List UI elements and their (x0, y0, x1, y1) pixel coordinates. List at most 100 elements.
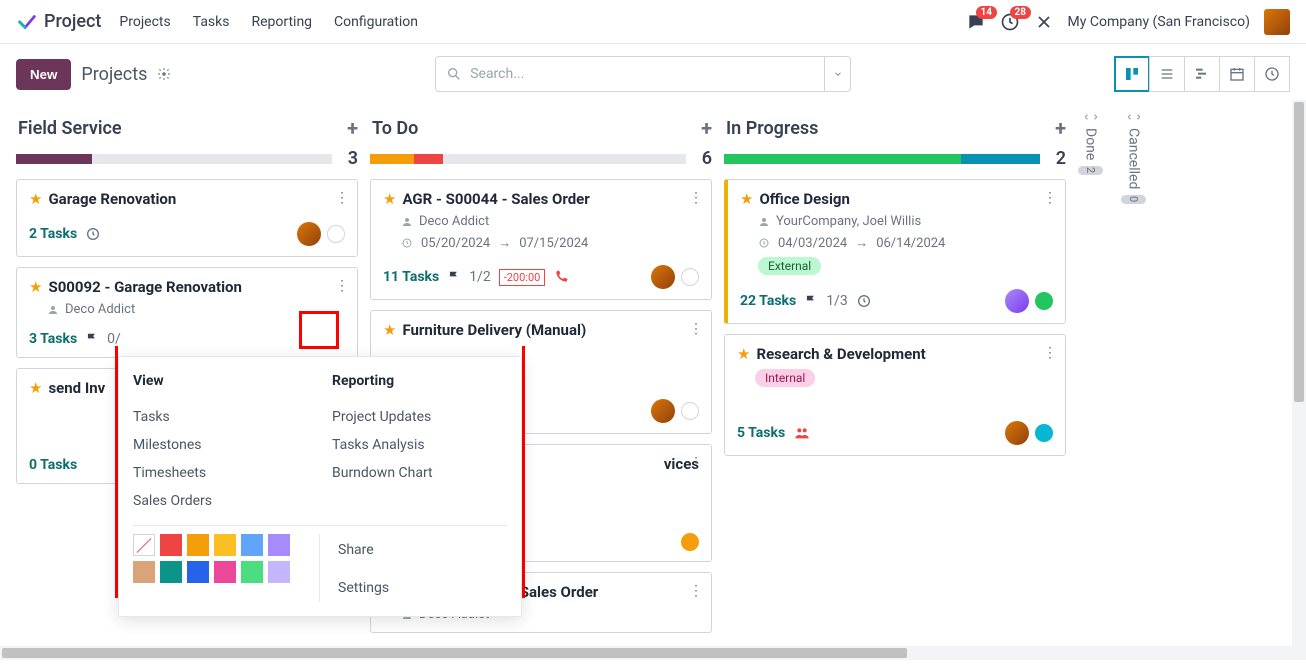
status-indicator[interactable] (681, 402, 699, 420)
date-from: 05/20/2024 (421, 236, 490, 251)
person-icon (758, 216, 770, 228)
gear-icon[interactable] (157, 67, 171, 81)
nav-reporting[interactable]: Reporting (251, 14, 312, 30)
nav-tasks[interactable]: Tasks (193, 14, 230, 30)
status-indicator[interactable] (681, 533, 699, 551)
project-card[interactable]: ★S00092 - Garage Renovation ⋮ Deco Addic… (16, 267, 358, 358)
search-dropdown[interactable] (825, 56, 851, 92)
dropdown-milestones[interactable]: Milestones (133, 431, 308, 459)
color-swatch[interactable] (160, 534, 182, 556)
project-card[interactable]: ★Office Design ⋮ YourCompany, Joel Willi… (724, 179, 1066, 324)
search-input[interactable]: Search... (435, 56, 825, 92)
color-swatch[interactable] (214, 561, 236, 583)
messages-button[interactable]: 14 (966, 12, 986, 32)
collapsed-columns: Done 2 Cancelled 0 (1078, 112, 1146, 672)
assignee-avatar[interactable] (651, 399, 675, 423)
column-add-button[interactable]: + (1055, 116, 1066, 140)
dropdown-settings[interactable]: Settings (338, 574, 389, 602)
assignee-avatar[interactable] (297, 222, 321, 246)
status-indicator[interactable] (1035, 292, 1053, 310)
star-icon[interactable]: ★ (383, 321, 396, 339)
task-count[interactable]: 11 Tasks (383, 269, 439, 285)
dropdown-timesheets[interactable]: Timesheets (133, 459, 308, 487)
column-title[interactable]: Field Service (18, 118, 122, 139)
new-button[interactable]: New (16, 59, 71, 90)
column-count: 6 (694, 148, 712, 169)
color-swatch[interactable] (133, 561, 155, 583)
color-swatch[interactable] (268, 534, 290, 556)
column-title[interactable]: In Progress (726, 118, 818, 139)
star-icon[interactable]: ★ (29, 379, 42, 397)
color-none[interactable] (133, 534, 155, 556)
view-kanban[interactable] (1114, 56, 1150, 92)
card-menu[interactable]: ⋮ (689, 583, 703, 599)
search-placeholder: Search... (470, 66, 524, 82)
star-icon[interactable]: ★ (29, 278, 42, 296)
view-activity[interactable] (1254, 56, 1290, 92)
project-card[interactable]: ★Research & Development ⋮ Internal 5 Tas… (724, 334, 1066, 456)
star-icon[interactable]: ★ (383, 190, 396, 208)
dropdown-burndown[interactable]: Burndown Chart (332, 459, 507, 487)
star-icon[interactable]: ★ (737, 345, 750, 363)
collapsed-count: 2 (1078, 166, 1103, 174)
color-swatch[interactable] (187, 561, 209, 583)
horizontal-scrollbar[interactable] (0, 646, 1306, 660)
card-menu[interactable]: ⋮ (689, 455, 703, 471)
status-indicator[interactable] (327, 225, 345, 243)
star-icon[interactable]: ★ (740, 190, 753, 208)
card-title: Garage Renovation (48, 190, 176, 208)
color-swatch[interactable] (187, 534, 209, 556)
column-progress (370, 154, 686, 164)
tools-icon[interactable] (1034, 12, 1054, 32)
color-swatch[interactable] (241, 561, 263, 583)
color-swatch[interactable] (268, 561, 290, 583)
phone-icon[interactable] (553, 269, 569, 285)
column-add-button[interactable]: + (701, 116, 712, 140)
card-menu[interactable]: ⋮ (1043, 190, 1057, 206)
card-menu[interactable]: ⋮ (689, 190, 703, 206)
dropdown-sales-orders[interactable]: Sales Orders (133, 487, 308, 515)
dropdown-tasks-analysis[interactable]: Tasks Analysis (332, 431, 507, 459)
project-card[interactable]: ★ Garage Renovation ⋮ 2 Tasks (16, 179, 358, 257)
collapsed-count: 0 (1121, 195, 1146, 203)
time-balance: -200:00 (499, 269, 546, 286)
dropdown-tasks[interactable]: Tasks (133, 403, 308, 431)
collapsed-done[interactable]: Done 2 (1078, 112, 1103, 672)
view-list[interactable] (1149, 56, 1185, 92)
task-count[interactable]: 0 Tasks (29, 457, 77, 473)
column-add-button[interactable]: + (347, 116, 358, 140)
color-swatch[interactable] (214, 534, 236, 556)
view-calendar[interactable] (1219, 56, 1255, 92)
activities-badge: 28 (1010, 6, 1031, 19)
company-selector[interactable]: My Company (San Francisco) (1068, 14, 1250, 30)
column-title[interactable]: To Do (372, 118, 418, 139)
view-gantt[interactable] (1184, 56, 1220, 92)
task-count[interactable]: 22 Tasks (740, 293, 796, 309)
assignee-avatar[interactable] (1005, 421, 1029, 445)
dropdown-share[interactable]: Share (338, 536, 389, 564)
status-indicator[interactable] (681, 268, 699, 286)
assignee-avatar[interactable] (651, 265, 675, 289)
nav-configuration[interactable]: Configuration (334, 14, 418, 30)
color-swatch[interactable] (241, 534, 263, 556)
task-count[interactable]: 3 Tasks (29, 331, 77, 347)
vertical-scrollbar[interactable] (1292, 100, 1306, 646)
color-swatch[interactable] (160, 561, 182, 583)
app-logo[interactable]: Project (16, 11, 101, 33)
card-menu[interactable]: ⋮ (335, 190, 349, 206)
card-menu[interactable]: ⋮ (1043, 345, 1057, 361)
column-count: 3 (340, 148, 358, 169)
activities-button[interactable]: 28 (1000, 12, 1020, 32)
task-count[interactable]: 2 Tasks (29, 226, 77, 242)
user-avatar[interactable] (1264, 9, 1290, 35)
project-card[interactable]: ★AGR - S00044 - Sales Order ⋮ Deco Addic… (370, 179, 712, 300)
collapsed-cancelled[interactable]: Cancelled 0 (1121, 112, 1146, 672)
status-indicator[interactable] (1035, 424, 1053, 442)
card-menu[interactable]: ⋮ (335, 278, 349, 294)
task-count[interactable]: 5 Tasks (737, 425, 785, 441)
nav-projects[interactable]: Projects (119, 14, 170, 30)
card-menu[interactable]: ⋮ (689, 321, 703, 337)
star-icon[interactable]: ★ (29, 190, 42, 208)
assignee-avatar[interactable] (1005, 289, 1029, 313)
dropdown-project-updates[interactable]: Project Updates (332, 403, 507, 431)
